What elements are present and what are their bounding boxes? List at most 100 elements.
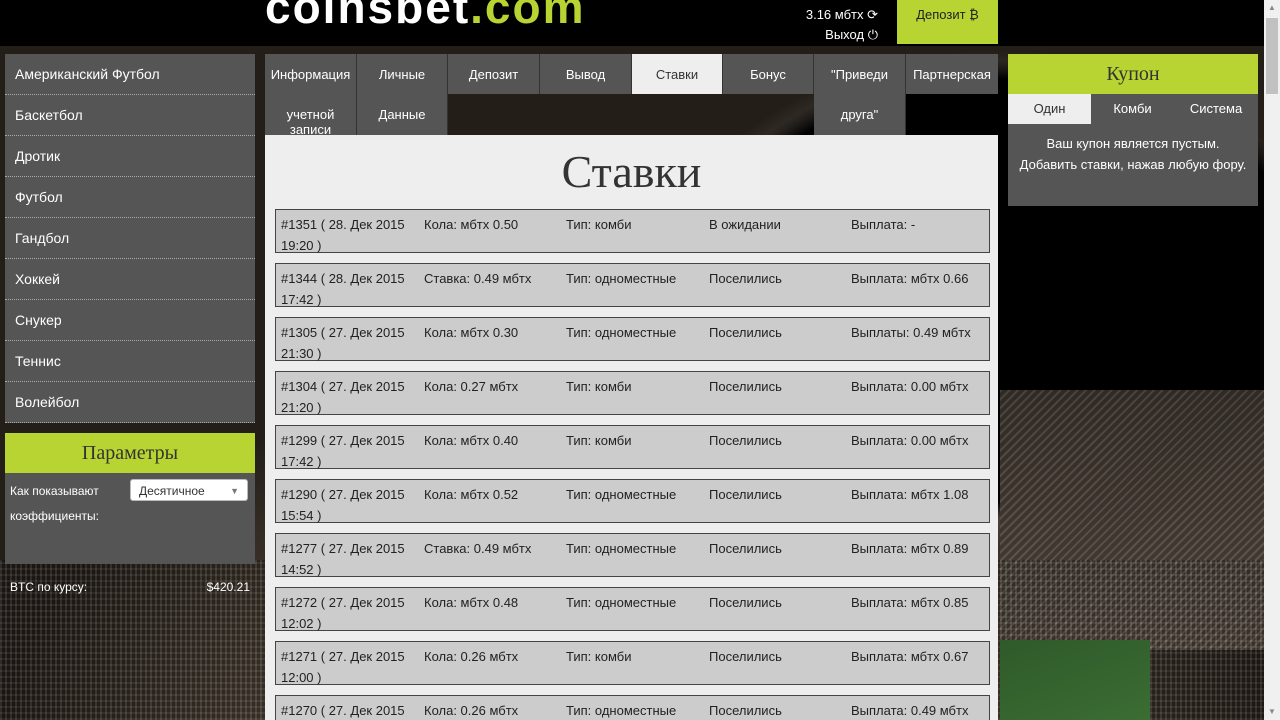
sport-item-tennis[interactable]: Теннис: [5, 341, 255, 382]
tab-label: Депозит: [468, 67, 519, 82]
bet-row[interactable]: #1351 ( 28. Дек 2015 19:20 ) Кола: мбтх 0…: [275, 209, 990, 253]
coupon-title: Купон: [1008, 54, 1258, 94]
tab-label: "Приведи: [830, 67, 888, 82]
bet-payout: Выплата: 0.00 мбтх: [851, 379, 969, 394]
scroll-up-arrow-icon[interactable]: ▲: [1264, 0, 1280, 16]
odds-format-label: Как показывают коэффициенты:: [10, 484, 99, 523]
sport-item-darts[interactable]: Дротик: [5, 136, 255, 177]
bet-row[interactable]: #1305 ( 27. Дек 2015 21:30 ) Кола: мбтх 0…: [275, 317, 990, 361]
bet-id-date: #1290 ( 27. Дек 2015 15:54 ): [281, 487, 405, 523]
account-tabs: Информация учетной записи Личные Данные …: [265, 54, 998, 137]
tab-label: Бонус: [750, 67, 786, 82]
bet-status: Поселились: [709, 487, 782, 502]
bet-amount: Ставка: 0.49 мбтх: [424, 541, 532, 556]
bet-amount: Кола: мбтх 0.48: [424, 595, 519, 610]
sport-item-american-football[interactable]: Американский Футбол: [5, 54, 255, 95]
bet-amount: Кола: 0.26 мбтх: [424, 649, 519, 664]
scroll-down-arrow-icon[interactable]: ▼: [1264, 704, 1280, 720]
bet-payout: Выплата: 0.49 мбтх: [851, 703, 969, 718]
bet-row[interactable]: #1272 ( 27. Дек 2015 12:02 ) Кола: мбтх 0…: [275, 587, 990, 631]
odds-format-select[interactable]: Десятичное ▼: [130, 479, 248, 501]
bet-status: Поселились: [709, 595, 782, 610]
bet-row[interactable]: #1271 ( 27. Дек 2015 12:00 ) Кола: 0.26 м…: [275, 641, 990, 685]
bet-amount: Кола: 0.27 мбтх: [424, 379, 519, 394]
tab-account-info[interactable]: Информация учетной записи: [265, 54, 357, 137]
bet-status: Поселились: [709, 433, 782, 448]
bet-id-date: #1351 ( 28. Дек 2015 19:20 ): [281, 217, 405, 253]
bet-type: Тип: одноместные: [566, 541, 677, 556]
bet-type: Тип: одноместные: [566, 703, 677, 718]
bet-payout: Выплата: -: [851, 217, 916, 232]
bet-amount: Кола: мбтх 0.52: [424, 487, 519, 502]
odds-format-value: Десятичное: [139, 484, 205, 498]
sport-item-hockey[interactable]: Хоккей: [5, 259, 255, 300]
tab-bonus[interactable]: Бонус: [723, 54, 814, 94]
sport-item-basketball[interactable]: Баскетбол: [5, 95, 255, 136]
tab-personal-data[interactable]: Личные Данные: [357, 54, 448, 135]
page-scrollbar[interactable]: ▲ ▼: [1264, 0, 1280, 720]
bet-payout: Выплата: мбтх 1.08: [851, 487, 969, 502]
bet-id-date: #1344 ( 28. Дек 2015 17:42 ): [281, 271, 405, 307]
tab-bets[interactable]: Ставки: [632, 54, 723, 94]
bet-row[interactable]: #1290 ( 27. Дек 2015 15:54 ) Кола: мбтх 0…: [275, 479, 990, 523]
tab-affiliate[interactable]: Партнерская: [906, 54, 998, 94]
bet-status: В ожидании: [709, 217, 781, 232]
btc-rate-value: $420.21: [206, 580, 250, 594]
coupon-empty-line: Добавить ставки, нажав любую фору.: [1019, 157, 1247, 172]
bet-status: Поселились: [709, 271, 782, 286]
tab-label: Информация: [270, 67, 351, 82]
coupon-tabs: Один Комби Система: [1008, 94, 1258, 124]
scroll-thumb[interactable]: [1266, 18, 1278, 94]
bet-id-date: #1305 ( 27. Дек 2015 21:30 ): [281, 325, 405, 361]
sport-item-volleyball[interactable]: Волейбол: [5, 382, 255, 423]
stadium-field: [1000, 640, 1150, 720]
sport-item-snooker[interactable]: Снукер: [5, 300, 255, 341]
tab-refer-friend[interactable]: "Приведи друга": [814, 54, 906, 135]
coupon-panel: Купон Один Комби Система Ваш купон являе…: [1008, 54, 1258, 206]
bets-content: Ставки #1351 ( 28. Дек 2015 19:20 ) Кола:…: [265, 135, 998, 720]
bet-payout: Выплата: мбтх 0.67: [851, 649, 969, 664]
bet-type: Тип: комби: [566, 433, 632, 448]
bet-id-date: #1271 ( 27. Дек 2015 12:00 ): [281, 649, 405, 685]
bet-row[interactable]: #1270 ( 27. Дек 2015 Кола: 0.26 мбтх Тип…: [275, 695, 990, 720]
deposit-button[interactable]: Депозит ₿: [897, 0, 998, 44]
bet-id-date: #1277 ( 27. Дек 2015 14:52 ): [281, 541, 405, 577]
coupon-tab-combo[interactable]: Комби: [1091, 94, 1174, 124]
bet-status: Поселились: [709, 703, 782, 718]
power-icon[interactable]: ⏻: [868, 27, 878, 42]
bet-row[interactable]: #1277 ( 27. Дек 2015 14:52 ) Ставка: 0.49…: [275, 533, 990, 577]
sport-item-handball[interactable]: Гандбол: [5, 218, 255, 259]
coupon-tab-system[interactable]: Система: [1174, 94, 1258, 124]
tab-withdraw[interactable]: Вывод: [540, 54, 632, 94]
tab-deposit[interactable]: Депозит: [448, 54, 540, 94]
bet-id-date: #1304 ( 27. Дек 2015 21:20 ): [281, 379, 405, 415]
bet-row[interactable]: #1299 ( 27. Дек 2015 17:42 ) Кола: мбтх 0…: [275, 425, 990, 469]
bet-type: Тип: комби: [566, 217, 632, 232]
bet-id-date: #1272 ( 27. Дек 2015 12:02 ): [281, 595, 405, 631]
bet-type: Тип: одноместные: [566, 595, 677, 610]
bet-status: Поселились: [709, 379, 782, 394]
site-logo[interactable]: coinsbet.com: [265, 0, 586, 30]
bet-status: Поселились: [709, 541, 782, 556]
bet-amount: Кола: мбтх 0.30: [424, 325, 519, 340]
sports-menu: Американский Футбол Баскетбол Дротик Фут…: [5, 54, 255, 423]
bet-type: Тип: одноместные: [566, 325, 677, 340]
bet-payout: Выплаты: 0.49 мбтх: [851, 325, 971, 340]
refresh-icon[interactable]: ⟳: [867, 7, 878, 22]
bet-type: Тип: комби: [566, 379, 632, 394]
bet-row[interactable]: #1304 ( 27. Дек 2015 21:20 ) Кола: 0.27 м…: [275, 371, 990, 415]
bet-id-date: #1299 ( 27. Дек 2015 17:42 ): [281, 433, 405, 469]
coupon-tab-single[interactable]: Один: [1008, 94, 1091, 124]
bet-status: Поселились: [709, 649, 782, 664]
coupon-empty-message: Ваш купон является пустым. Добавить став…: [1008, 133, 1258, 175]
header: coinsbet.com 3.16 мбтх ⟳ Выход ⏻ Депозит…: [0, 0, 1264, 46]
logout-link[interactable]: Выход: [825, 27, 864, 42]
coupon-empty-line: Ваш купон является пустым.: [1046, 136, 1220, 151]
bet-row[interactable]: #1344 ( 28. Дек 2015 17:42 ) Ставка: 0.49…: [275, 263, 990, 307]
sport-item-football[interactable]: Футбол: [5, 177, 255, 218]
parameters-panel: Параметры Как показывают коэффициенты: Д…: [5, 433, 255, 594]
balance-value: 3.16 мбтх: [805, 7, 864, 22]
tab-label: учетной записи: [286, 107, 335, 137]
bet-id-date: #1270 ( 27. Дек 2015: [281, 703, 405, 718]
logo-domain: .com: [470, 0, 586, 33]
